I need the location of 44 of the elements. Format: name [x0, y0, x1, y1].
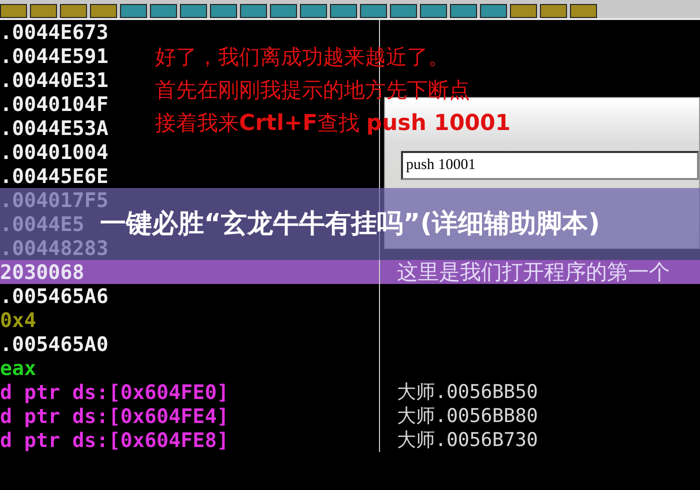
code-text: .0044E673	[0, 20, 108, 44]
code-text: .0044E53A	[0, 116, 108, 140]
code-text: d ptr ds:[0x604FE8]	[0, 428, 229, 452]
comment-text: 大师.0056BB80	[397, 404, 538, 429]
toolbar-button[interactable]	[210, 4, 237, 18]
toolbar-button[interactable]	[360, 4, 387, 18]
code-text: 0x4	[0, 308, 36, 332]
comment-text: 这里是我们打开程序的第一个	[397, 259, 670, 286]
toolbar-button[interactable]	[240, 4, 267, 18]
toolbar-button[interactable]	[450, 4, 477, 18]
toolbar-button[interactable]	[0, 4, 27, 18]
toolbar-button[interactable]	[420, 4, 447, 18]
code-text: d ptr ds:[0x604FE4]	[0, 404, 229, 428]
toolbar-button[interactable]	[90, 4, 117, 18]
code-text: .0040104F	[0, 92, 108, 116]
code-text: d ptr ds:[0x604FE0]	[0, 380, 229, 404]
toolbar-button[interactable]	[270, 4, 297, 18]
toolbar-button[interactable]	[60, 4, 87, 18]
code-text: .005465A0	[0, 332, 108, 356]
toolbar-button[interactable]	[180, 4, 207, 18]
code-text: .00448283	[0, 236, 108, 260]
toolbar-button[interactable]	[540, 4, 567, 18]
comment-text: 大师.0056B730	[397, 428, 538, 453]
toolbar-button[interactable]	[390, 4, 417, 18]
toolbar-button[interactable]	[120, 4, 147, 18]
toolbar-button[interactable]	[510, 4, 537, 18]
toolbar-button[interactable]	[570, 4, 597, 18]
comment-text: 大师.0056BB50	[397, 380, 538, 405]
toolbar-button[interactable]	[480, 4, 507, 18]
toolbar-button[interactable]	[150, 4, 177, 18]
code-text: 2030068	[0, 260, 84, 284]
code-text: .0044E591	[0, 44, 108, 68]
code-text: .0044E5	[0, 212, 84, 236]
toolbar-button[interactable]	[300, 4, 327, 18]
code-text: .005465A6	[0, 284, 108, 308]
code-text: .00445E6E	[0, 164, 108, 188]
toolbar-button[interactable]	[30, 4, 57, 18]
code-text: .00440E31	[0, 68, 108, 92]
toolbar-button[interactable]	[330, 4, 357, 18]
selected-row[interactable]: 2030068 这里是我们打开程序的第一个	[0, 260, 700, 284]
code-text: .004017F5	[0, 188, 108, 212]
find-input-field[interactable]: push 10001	[401, 151, 699, 180]
code-text: eax	[0, 356, 36, 380]
code-text: .00401004	[0, 140, 108, 164]
